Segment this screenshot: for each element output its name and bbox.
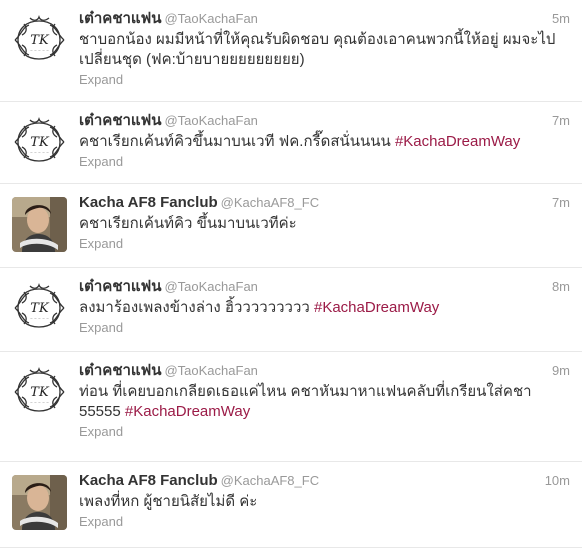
tweet[interactable]: TK ~ ~ ~ ~ ~ เต๋าคชาแฟน @TaoKachaFan 5m ช… [0, 0, 582, 102]
tweet-timestamp[interactable]: 5m [552, 9, 570, 29]
tweet[interactable]: TK ~ ~ ~ ~ ~ เต๋าคชาแฟน @TaoKachaFan 9m ท… [0, 352, 582, 462]
tweet[interactable]: TK ~ ~ ~ ~ ~ เต๋าคชาแฟน @TaoKachaFan 7m ค… [0, 102, 582, 184]
svg-text:TK: TK [30, 135, 50, 150]
tweet-text: คชาเรียกเค้นท์คิว ขึ้นมาบนเวทีค่ะ [79, 214, 570, 234]
tweet-fullname[interactable]: เต๋าคชาแฟน [79, 112, 161, 129]
tweet-text: ท่อน ที่เคยบอกเกลียดเธอแค่ไหน คชาหันมาหา… [79, 382, 570, 422]
tweet-fullname[interactable]: Kacha AF8 Fanclub [79, 472, 218, 489]
tweet-username[interactable]: @TaoKachaFan [164, 363, 257, 378]
tweet-username[interactable]: @TaoKachaFan [164, 11, 257, 26]
svg-text:~ ~ ~ ~ ~: ~ ~ ~ ~ ~ [30, 317, 49, 321]
tweet-header: Kacha AF8 Fanclub @KachaAF8_FC 7m [79, 193, 570, 213]
tweet-header: เต๋าคชาแฟน @TaoKachaFan 9m [79, 361, 570, 381]
svg-text:~ ~ ~ ~ ~: ~ ~ ~ ~ ~ [30, 401, 49, 405]
tweet-header: Kacha AF8 Fanclub @KachaAF8_FC 10m [79, 471, 570, 491]
tweet-fullname[interactable]: เต๋าคชาแฟน [79, 362, 161, 379]
tweet-username[interactable]: @TaoKachaFan [164, 279, 257, 294]
tweet-text-body: คชาเรียกเค้นท์คิว ขึ้นมาบนเวทีค่ะ [79, 215, 297, 232]
hashtag-link[interactable]: #KachaDreamWay [395, 133, 520, 150]
tweet-fullname[interactable]: เต๋าคชาแฟน [79, 278, 161, 295]
photo-avatar[interactable] [12, 197, 67, 252]
tk-logo-avatar[interactable]: TK ~ ~ ~ ~ ~ [12, 365, 67, 420]
tweet-text: คชาเรียกเค้นท์คิวขึ้นมาบนเวที ฟค.กรี๊ดสน… [79, 132, 570, 152]
tweet-text: ชาบอกน้อง ผมมีหน้าที่ให้คุณรับผิดชอบ คุณ… [79, 30, 570, 70]
tweet-text-body: ลงมาร้องเพลงข้างล่าง ฮิ้ววววววววว [79, 299, 314, 316]
tweet-header: เต๋าคชาแฟน @TaoKachaFan 7m [79, 111, 570, 131]
tweet-timestamp[interactable]: 10m [545, 471, 570, 491]
tweet-fullname[interactable]: เต๋าคชาแฟน [79, 10, 161, 27]
hashtag-link[interactable]: #KachaDreamWay [125, 403, 250, 420]
tweet-text-body: ชาบอกน้อง ผมมีหน้าที่ให้คุณรับผิดชอบ คุณ… [79, 31, 556, 68]
svg-text:TK: TK [30, 301, 50, 316]
tweet-text: ลงมาร้องเพลงข้างล่าง ฮิ้ววววววววว #Kacha… [79, 298, 570, 318]
svg-text:TK: TK [30, 33, 50, 48]
tweet-header: เต๋าคชาแฟน @TaoKachaFan 8m [79, 277, 570, 297]
tweet[interactable]: Kacha AF8 Fanclub @KachaAF8_FC 10m เพลงที… [0, 462, 582, 548]
expand-link[interactable]: Expand [79, 513, 570, 531]
expand-link[interactable]: Expand [79, 71, 570, 89]
expand-link[interactable]: Expand [79, 423, 570, 441]
tweet-stream: TK ~ ~ ~ ~ ~ เต๋าคชาแฟน @TaoKachaFan 5m ช… [0, 0, 582, 548]
svg-text:TK: TK [30, 385, 50, 400]
svg-text:~ ~ ~ ~ ~: ~ ~ ~ ~ ~ [30, 151, 49, 155]
svg-text:~ ~ ~ ~ ~: ~ ~ ~ ~ ~ [30, 49, 49, 53]
expand-link[interactable]: Expand [79, 153, 570, 171]
tweet-timestamp[interactable]: 9m [552, 361, 570, 381]
tk-logo-avatar[interactable]: TK ~ ~ ~ ~ ~ [12, 281, 67, 336]
tweet-username[interactable]: @KachaAF8_FC [221, 473, 319, 488]
tweet-timestamp[interactable]: 8m [552, 277, 570, 297]
tweet-username[interactable]: @KachaAF8_FC [221, 195, 319, 210]
expand-link[interactable]: Expand [79, 235, 570, 253]
tweet-timestamp[interactable]: 7m [552, 193, 570, 213]
tk-logo-avatar[interactable]: TK ~ ~ ~ ~ ~ [12, 115, 67, 170]
hashtag-link[interactable]: #KachaDreamWay [314, 299, 439, 316]
tweet-header: เต๋าคชาแฟน @TaoKachaFan 5m [79, 9, 570, 29]
photo-avatar[interactable] [12, 475, 67, 530]
tk-logo-avatar[interactable]: TK ~ ~ ~ ~ ~ [12, 13, 67, 68]
tweet-timestamp[interactable]: 7m [552, 111, 570, 131]
tweet[interactable]: TK ~ ~ ~ ~ ~ เต๋าคชาแฟน @TaoKachaFan 8m ล… [0, 268, 582, 352]
tweet[interactable]: Kacha AF8 Fanclub @KachaAF8_FC 7m คชาเรีย… [0, 184, 582, 268]
tweet-username[interactable]: @TaoKachaFan [164, 113, 257, 128]
tweet-text: เพลงที่หก ผู้ชายนิสัยไม่ดี ค่ะ [79, 492, 570, 512]
tweet-text-body: เพลงที่หก ผู้ชายนิสัยไม่ดี ค่ะ [79, 493, 258, 510]
expand-link[interactable]: Expand [79, 319, 570, 337]
tweet-fullname[interactable]: Kacha AF8 Fanclub [79, 194, 218, 211]
tweet-text-body: คชาเรียกเค้นท์คิวขึ้นมาบนเวที ฟค.กรี๊ดสน… [79, 133, 395, 150]
